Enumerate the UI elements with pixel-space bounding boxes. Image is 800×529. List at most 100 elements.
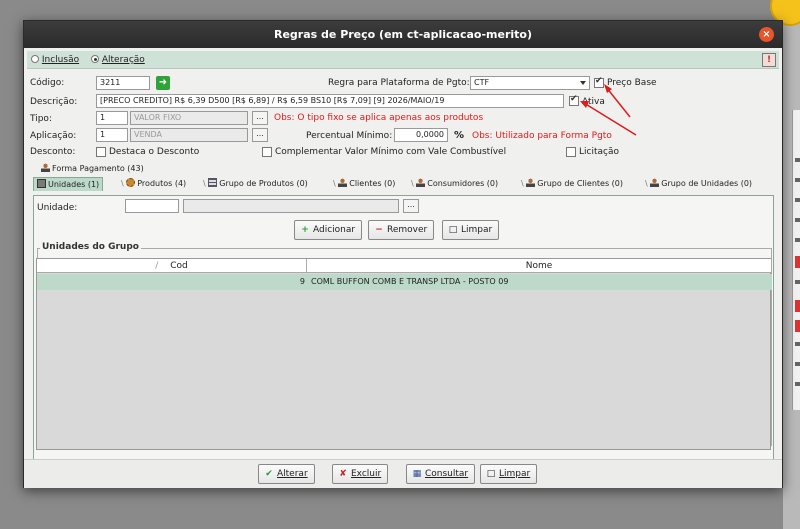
tab-label: Unidades (1)	[48, 180, 100, 189]
complementar-label: Complementar Valor Mínimo com Vale Combu…	[275, 147, 507, 157]
tab-label: Consumidores (0)	[427, 179, 499, 188]
alterar-button[interactable]: ✔ Alterar	[258, 464, 315, 484]
tipo-value-field: VALOR FIXO	[130, 111, 248, 125]
add-icon: +	[301, 225, 309, 235]
tab-label: Grupo de Produtos (0)	[219, 179, 308, 188]
limpar-button[interactable]: □ Limpar	[442, 220, 500, 240]
licitacao-label: Licitação	[579, 147, 619, 157]
aplicacao-code-input[interactable]: 1	[96, 128, 128, 142]
licitacao-checkbox[interactable]	[566, 147, 576, 157]
background-mark	[795, 382, 800, 386]
background-mark	[795, 256, 800, 268]
column-label: Cod	[170, 261, 188, 271]
codigo-input[interactable]: 3211	[96, 76, 150, 90]
mode-bar: Inclusão Alteração !	[27, 51, 779, 69]
person-icon	[338, 178, 348, 187]
descricao-input[interactable]: [PRECO CREDITO] R$ 6,39 D500 [R$ 6,89] /…	[96, 94, 564, 108]
tab-grupo-unidades[interactable]: \ Grupo de Unidades (0)	[642, 177, 755, 191]
background-mark	[795, 178, 800, 182]
tab-separator: \	[333, 179, 336, 188]
close-button[interactable]: ×	[759, 27, 774, 42]
radio-label: Inclusão	[41, 55, 80, 65]
annotation-arrows	[580, 84, 637, 136]
background-mark	[795, 198, 800, 202]
tipo-label: Tipo:	[30, 114, 52, 124]
desconto-label: Desconto:	[30, 147, 76, 157]
title-bar: Regras de Preço (em ct-aplicacao-merito)…	[24, 21, 782, 48]
unit-icon	[37, 179, 46, 188]
cell-nome: COML BUFFON COMB E TRANSP LTDA - POSTO 0…	[311, 277, 509, 286]
destaca-checkbox[interactable]	[96, 147, 106, 157]
column-header-cod[interactable]: / Cod	[37, 259, 307, 273]
tab-unidades[interactable]: Unidades (1)	[33, 177, 104, 191]
tab-grupo-clientes[interactable]: \ Grupo de Clientes (0)	[518, 177, 626, 191]
sort-icon: /	[155, 261, 159, 271]
button-label: Consultar	[425, 469, 469, 479]
clear-icon: □	[448, 225, 458, 235]
column-header-nome[interactable]: Nome	[307, 259, 772, 273]
arrowhead	[604, 84, 612, 93]
radio-inclusao[interactable]: Inclusão	[31, 55, 79, 65]
button-label: Excluir	[351, 469, 382, 479]
button-label: Alterar	[277, 469, 308, 479]
button-label: Limpar	[461, 225, 493, 235]
unidade-code-input[interactable]	[125, 199, 179, 213]
remover-button[interactable]: − Remover	[368, 220, 435, 240]
consultar-button[interactable]: ▦ Consultar	[406, 464, 476, 484]
background-mark	[795, 320, 800, 332]
radio-alteracao[interactable]: Alteração	[91, 55, 145, 65]
tab-forma-pagamento[interactable]: Forma Pagamento (43)	[38, 162, 147, 176]
info-icon[interactable]: !	[762, 53, 776, 67]
dialog-window: Regras de Preço (em ct-aplicacao-merito)…	[23, 20, 783, 488]
unidades-pane: Unidade: ... + Adicionar − Remover □ Limpar…	[33, 195, 774, 467]
background-mark	[795, 300, 800, 312]
unidade-lookup-button[interactable]: ...	[403, 199, 419, 213]
window-title: Regras de Preço (em ct-aplicacao-merito)	[274, 28, 532, 41]
tab-grupo-produtos[interactable]: \ Grupo de Produtos (0)	[200, 177, 311, 191]
tipo-code-input[interactable]: 1	[96, 111, 128, 125]
aplicacao-label: Aplicação:	[30, 131, 77, 141]
footer-limpar-button[interactable]: □ Limpar	[480, 464, 538, 484]
tipo-lookup-button[interactable]: ...	[252, 111, 268, 125]
tab-produtos[interactable]: \ Produtos (4)	[118, 177, 189, 191]
percentual-input[interactable]: 0,0000	[394, 128, 448, 142]
tab-separator: \	[521, 179, 524, 188]
aplicacao-lookup-button[interactable]: ...	[252, 128, 268, 142]
background-mark	[795, 238, 800, 242]
check-icon: ✔	[265, 469, 273, 479]
background-mark	[795, 218, 800, 222]
unidade-label: Unidade:	[37, 203, 78, 213]
regra-value: CTF	[474, 78, 490, 87]
tab-separator: \	[121, 179, 124, 188]
percentual-label: Percentual Mínimo:	[306, 131, 393, 141]
tab-consumidores[interactable]: \ Consumidores (0)	[408, 177, 501, 191]
excluir-button[interactable]: ✘ Excluir	[332, 464, 389, 484]
radio-dot	[31, 55, 39, 63]
table-row[interactable]: 9 COML BUFFON COMB E TRANSP LTDA - POSTO…	[37, 274, 772, 290]
person-icon	[526, 178, 536, 187]
destaca-label: Destaca o Desconto	[109, 147, 200, 157]
radio-dot	[91, 55, 99, 63]
tab-separator: \	[411, 179, 414, 188]
adicionar-button[interactable]: + Adicionar	[294, 220, 363, 240]
codigo-label: Código:	[30, 78, 65, 88]
tab-label: Clientes (0)	[349, 179, 396, 188]
cell-cod: 9	[299, 277, 305, 286]
tab-label: Produtos (4)	[137, 179, 187, 188]
go-arrow-icon[interactable]: ➜	[156, 76, 170, 90]
complementar-checkbox[interactable]	[262, 147, 272, 157]
background-mark	[795, 362, 800, 366]
radio-label: Alteração	[101, 55, 145, 65]
background-mark	[795, 158, 800, 162]
button-label: Adicionar	[313, 225, 356, 235]
list-icon	[208, 178, 218, 187]
tab-clientes[interactable]: \ Clientes (0)	[330, 177, 398, 191]
tab-label: Forma Pagamento (43)	[52, 164, 144, 173]
regra-label: Regra para Plataforma de Pgto:	[328, 78, 470, 88]
unidade-name-field	[183, 199, 399, 213]
remove-icon: −	[375, 225, 383, 235]
tab-label: Grupo de Clientes (0)	[537, 179, 623, 188]
clear-icon: □	[486, 469, 496, 479]
delete-icon: ✘	[339, 469, 347, 479]
background-mark	[795, 342, 800, 346]
